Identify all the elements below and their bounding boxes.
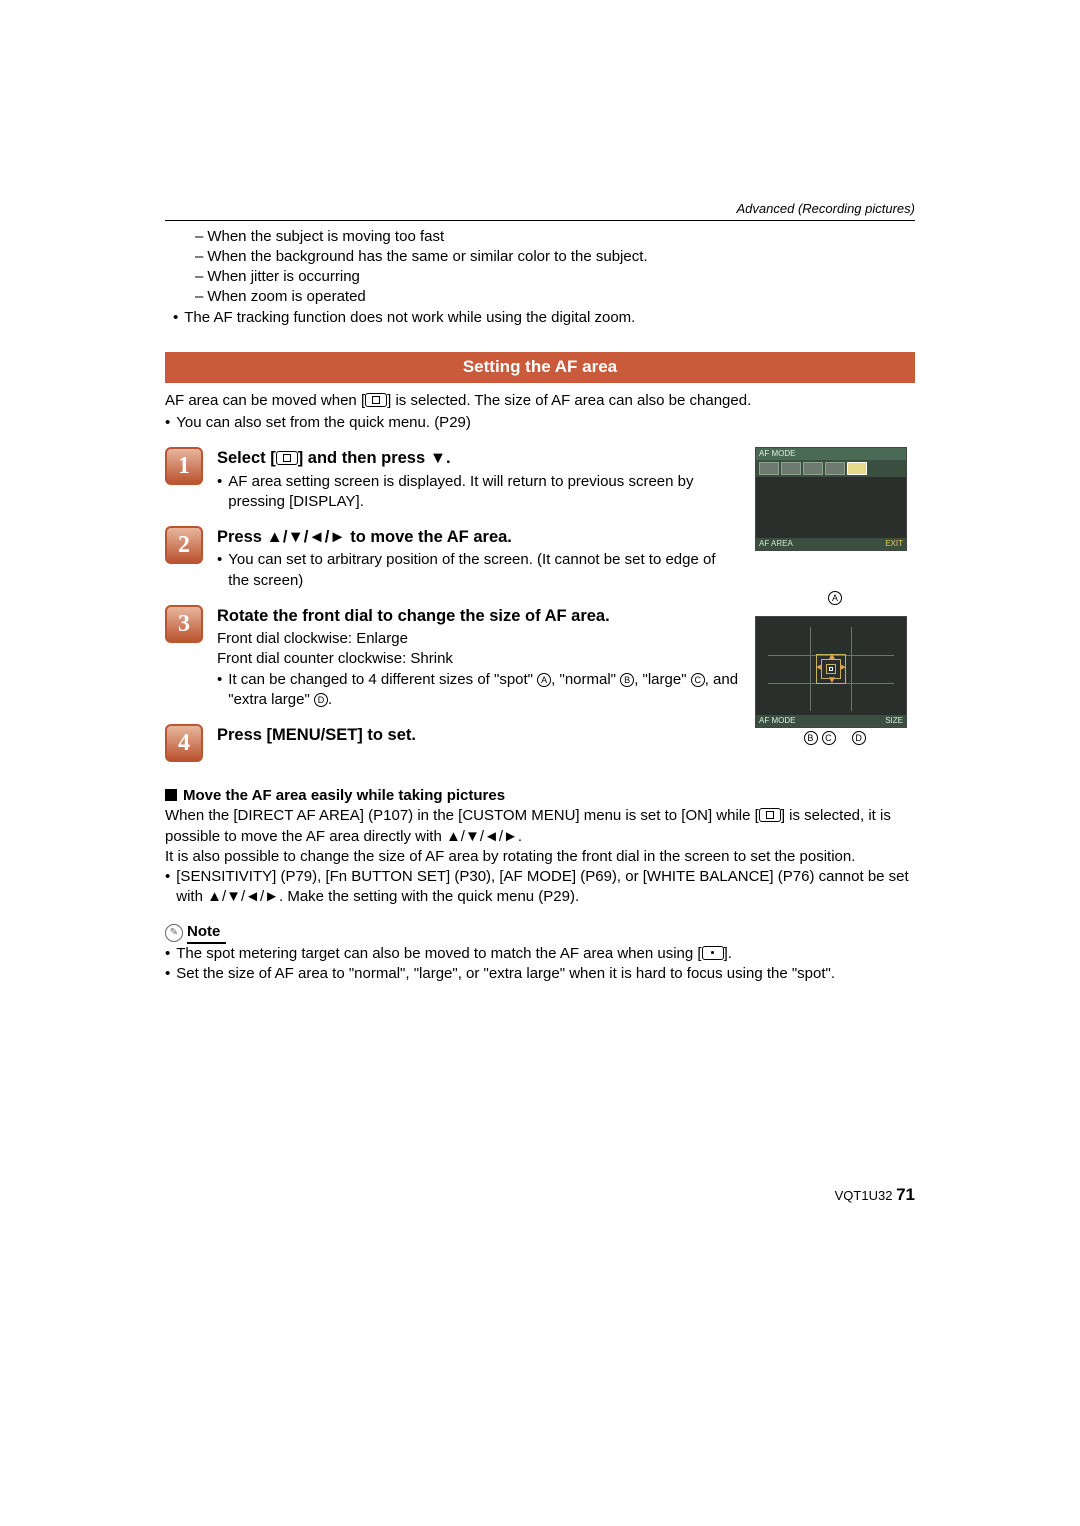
sub-heading: Move the AF area easily while taking pic… [165,786,915,806]
callout-a: A [755,591,915,606]
lcd-af-area: ▲ ▼ ◄ ► AF MODE SIZE [755,616,907,728]
note-bullet: • The spot metering target can also be m… [165,944,915,964]
step-2: 2 Press ▲/▼/◄/► to move the AF area. •Yo… [165,526,739,591]
step-number-icon: 1 [165,447,203,485]
af-single-icon [276,451,298,465]
step-4: 4 Press [MENU/SET] to set. [165,724,739,762]
lcd-af-mode: AF MODE AF AREA EXIT [755,447,907,551]
step-1: 1 Select [] and then press ▼. •AF area s… [165,447,739,512]
manual-page: Advanced (Recording pictures) –When the … [165,200,915,1207]
af-single-icon [759,808,781,822]
section-intro: AF area can be moved when [] is selected… [165,391,915,434]
tab-selected-icon [847,462,867,475]
pre-dash-list: –When the subject is moving too fast –Wh… [165,227,915,308]
screen-illustrations: AF MODE AF AREA EXIT A ▲ ▼ ◄ ► [755,447,915,746]
step-3: 3 Rotate the front dial to change the si… [165,605,739,710]
paragraph: It is also possible to change the size o… [165,847,915,867]
spot-metering-icon [702,946,724,960]
dash-item: When the subject is moving too fast [207,227,444,247]
step-number-icon: 3 [165,605,203,643]
square-bullet-icon [165,789,177,801]
paragraph: When the [DIRECT AF AREA] (P107) in the … [165,806,915,847]
note-heading: ✎ Note [165,922,915,944]
arrow-down-icon: ▼ [827,676,837,686]
step-number-icon: 2 [165,526,203,564]
arrow-left-icon: ◄ [814,663,824,673]
af-single-icon [365,393,387,407]
note-bullet: •Set the size of AF area to "normal", "l… [165,964,915,984]
step-number-icon: 4 [165,724,203,762]
section-title: Setting the AF area [165,352,915,383]
af-target-icon: ▲ ▼ ◄ ► [816,654,846,684]
arrow-right-icon: ► [838,663,848,673]
note-icon: ✎ [165,924,183,942]
dash-item: When zoom is operated [207,287,365,307]
dash-item: When jitter is occurring [207,267,360,287]
page-footer: VQT1U32 71 [165,1184,915,1207]
arrow-up-icon: ▲ [827,652,837,662]
breadcrumb: Advanced (Recording pictures) [165,200,915,221]
bullet: •[SENSITIVITY] (P79), [Fn BUTTON SET] (P… [165,867,915,908]
callouts-bcd: B C D [755,731,915,746]
dash-item: When the background has the same or simi… [207,247,647,267]
pre-bullet: •The AF tracking function does not work … [165,308,915,328]
